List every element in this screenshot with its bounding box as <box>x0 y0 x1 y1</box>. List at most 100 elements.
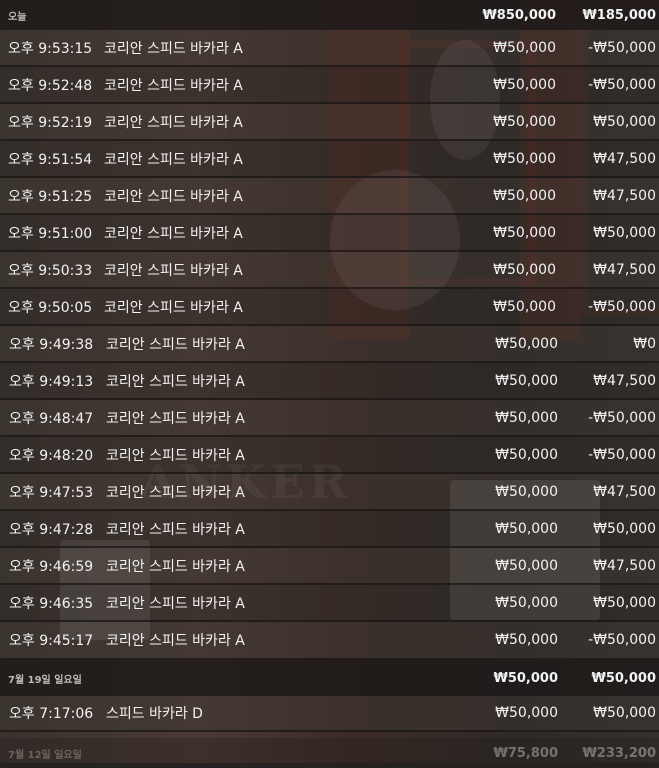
row-profit: ₩47,500 <box>593 372 656 389</box>
row-bet: ₩50,000 <box>495 483 558 500</box>
row-profit: -₩50,000 <box>588 39 656 56</box>
row-game: 코리안 스피드 바카라 A <box>106 336 245 353</box>
group-total-bet: ₩850,000 <box>482 7 556 23</box>
row-time: 오후 9:47:28 <box>9 521 94 538</box>
row-time: 오후 9:51:54 <box>8 151 93 168</box>
group-total-profit: ₩185,000 <box>582 7 656 23</box>
table-row[interactable]: 오후 9:50:05 코리안 스피드 바카라 A ₩50,000 -₩50,00… <box>0 289 659 326</box>
row-game: 코리안 스피드 바카라 A <box>106 558 245 575</box>
row-game: 코리안 스피드 바카라 A <box>106 484 245 501</box>
group-total-bet: ₩50,000 <box>493 670 558 686</box>
row-time: 오후 9:46:35 <box>9 595 94 612</box>
table-row[interactable]: 오후 9:47:53 코리안 스피드 바카라 A ₩50,000 ₩47,500 <box>0 474 659 511</box>
row-time: 오후 9:50:05 <box>8 299 93 316</box>
row-time: 오후 9:51:00 <box>8 225 93 242</box>
row-time: 오후 9:47:53 <box>9 484 94 501</box>
row-time: 오후 9:45:17 <box>9 633 94 649</box>
row-bet: ₩50,000 <box>495 557 558 574</box>
row-game: 코리안 스피드 바카라 A <box>106 447 245 464</box>
row-bet: ₩50,000 <box>493 150 556 167</box>
row-profit: ₩50,000 <box>593 113 656 130</box>
group-date: 7월 19일 일요일 <box>8 674 82 686</box>
row-game: 스피드 바카라 D <box>106 706 203 722</box>
row-game: 코리안 스피드 바카라 A <box>104 114 243 131</box>
row-bet: ₩50,000 <box>493 113 556 130</box>
row-time: 오후 9:53:15 <box>8 40 93 57</box>
row-bet: ₩50,000 <box>495 446 558 463</box>
row-profit: ₩47,500 <box>593 150 656 167</box>
table-row[interactable]: 오후 7:17:06 스피드 바카라 D ₩50,000 ₩50,000 <box>0 696 659 732</box>
row-game: 코리안 스피드 바카라 A <box>106 373 245 390</box>
date-group-header: 오늘 ₩850,000 ₩185,000 <box>0 0 659 30</box>
row-game: 코리안 스피드 바카라 A <box>104 40 243 57</box>
row-game: 코리안 스피드 바카라 A <box>104 151 243 168</box>
row-profit: -₩50,000 <box>588 76 656 93</box>
table-row[interactable]: 오후 9:52:19 코리안 스피드 바카라 A ₩50,000 ₩50,000 <box>0 104 659 141</box>
row-bet: ₩50,000 <box>493 261 556 278</box>
row-time: 오후 9:48:20 <box>9 447 94 464</box>
row-bet: ₩50,000 <box>493 187 556 204</box>
row-bet: ₩50,000 <box>495 335 558 352</box>
row-game: 코리안 스피드 바카라 A <box>104 299 243 316</box>
row-bet: ₩50,000 <box>495 594 558 611</box>
row-game: 코리안 스피드 바카라 A <box>104 188 243 205</box>
date-group-header: 7월 12일 일요일 ₩75,800 ₩233,200 <box>0 738 659 768</box>
row-profit: ₩50,000 <box>593 520 656 537</box>
row-time: 오후 9:50:33 <box>8 262 93 279</box>
row-time: 오후 9:48:47 <box>9 410 94 427</box>
row-time: 오후 9:46:59 <box>9 558 94 575</box>
row-bet: ₩50,000 <box>495 520 558 537</box>
table-row[interactable]: 오후 9:53:15 코리안 스피드 바카라 A ₩50,000 -₩50,00… <box>0 30 659 67</box>
group-total-profit: ₩50,000 <box>591 670 656 686</box>
table-row[interactable]: 오후 9:51:00 코리안 스피드 바카라 A ₩50,000 ₩50,000 <box>0 215 659 252</box>
row-game: 코리안 스피드 바카라 A <box>106 633 245 649</box>
row-profit: ₩50,000 <box>593 594 656 611</box>
table-row[interactable]: 오후 9:51:54 코리안 스피드 바카라 A ₩50,000 ₩47,500 <box>0 141 659 178</box>
row-profit: ₩0 <box>633 335 656 352</box>
group-date: 오늘 <box>8 11 27 23</box>
table-row[interactable]: 오후 9:46:59 코리안 스피드 바카라 A ₩50,000 ₩47,500 <box>0 548 659 585</box>
group-total-bet: ₩75,800 <box>493 745 558 761</box>
row-time: 오후 9:52:19 <box>8 114 93 131</box>
table-row[interactable]: 오후 9:45:17 코리안 스피드 바카라 A ₩50,000 -₩50,00… <box>0 622 659 660</box>
row-profit: ₩50,000 <box>593 705 656 721</box>
row-profit: ₩47,500 <box>593 557 656 574</box>
table-row[interactable]: 오후 9:50:33 코리안 스피드 바카라 A ₩50,000 ₩47,500 <box>0 252 659 289</box>
table-row[interactable]: 오후 9:49:38 코리안 스피드 바카라 A ₩50,000 ₩0 <box>0 326 659 363</box>
row-game: 코리안 스피드 바카라 A <box>104 225 243 242</box>
row-game: 코리안 스피드 바카라 A <box>106 595 245 612</box>
row-bet: ₩50,000 <box>495 632 558 648</box>
bet-history-list: 오늘 ₩850,000 ₩185,000 오후 9:53:15 코리안 스피드 … <box>0 0 659 768</box>
row-profit: -₩50,000 <box>588 446 656 463</box>
row-time: 오후 7:17:06 <box>9 706 94 722</box>
row-profit: -₩50,000 <box>588 298 656 315</box>
row-profit: ₩50,000 <box>593 224 656 241</box>
row-game: 코리안 스피드 바카라 A <box>106 410 245 427</box>
row-time: 오후 9:49:13 <box>9 373 94 390</box>
row-bet: ₩50,000 <box>495 409 558 426</box>
row-profit: -₩50,000 <box>588 632 656 648</box>
row-bet: ₩50,000 <box>493 298 556 315</box>
row-profit: ₩47,500 <box>593 261 656 278</box>
date-group-header: 7월 19일 일요일 ₩50,000 ₩50,000 <box>0 660 659 696</box>
table-row[interactable]: 오후 9:47:28 코리안 스피드 바카라 A ₩50,000 ₩50,000 <box>0 511 659 548</box>
row-profit: -₩50,000 <box>588 409 656 426</box>
table-row[interactable]: 오후 9:51:25 코리안 스피드 바카라 A ₩50,000 ₩47,500 <box>0 178 659 215</box>
table-row[interactable]: 오후 9:52:48 코리안 스피드 바카라 A ₩50,000 -₩50,00… <box>0 67 659 104</box>
row-bet: ₩50,000 <box>495 372 558 389</box>
row-game: 코리안 스피드 바카라 A <box>106 521 245 538</box>
row-bet: ₩50,000 <box>493 39 556 56</box>
row-bet: ₩50,000 <box>493 76 556 93</box>
row-bet: ₩50,000 <box>493 224 556 241</box>
row-time: 오후 9:52:48 <box>8 77 93 94</box>
table-row[interactable]: 오후 9:48:20 코리안 스피드 바카라 A ₩50,000 -₩50,00… <box>0 437 659 474</box>
row-time: 오후 9:51:25 <box>8 188 93 205</box>
table-row[interactable]: 오후 9:49:13 코리안 스피드 바카라 A ₩50,000 ₩47,500 <box>0 363 659 400</box>
row-bet: ₩50,000 <box>495 705 558 721</box>
table-row[interactable]: 오후 9:48:47 코리안 스피드 바카라 A ₩50,000 -₩50,00… <box>0 400 659 437</box>
group-date: 7월 12일 일요일 <box>8 749 82 761</box>
row-game: 코리안 스피드 바카라 A <box>104 262 243 279</box>
group-total-profit: ₩233,200 <box>582 745 656 761</box>
table-row[interactable]: 오후 9:46:35 코리안 스피드 바카라 A ₩50,000 ₩50,000 <box>0 585 659 622</box>
row-profit: ₩47,500 <box>593 187 656 204</box>
